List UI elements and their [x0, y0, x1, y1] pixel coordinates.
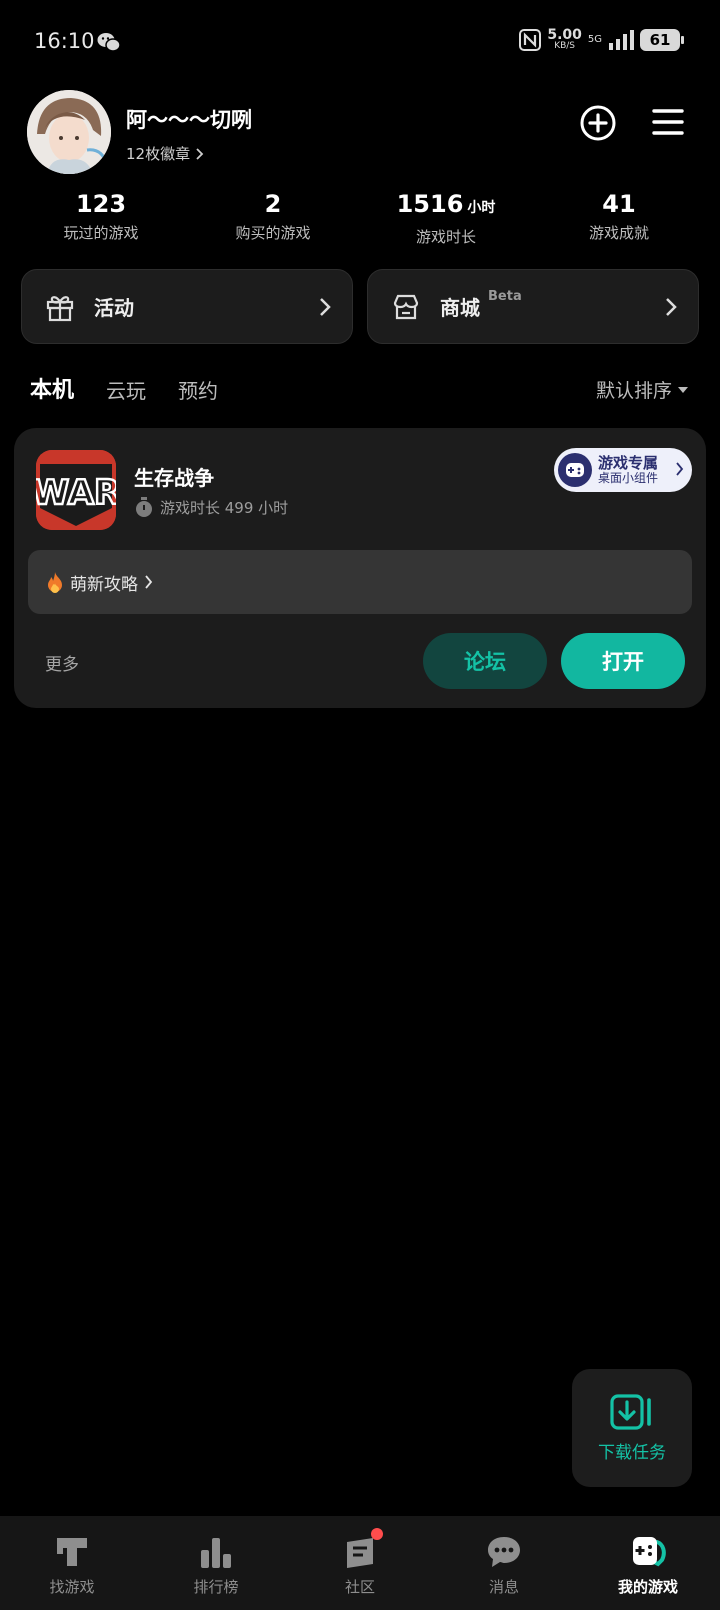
activity-card[interactable]: 活动 [21, 269, 353, 344]
desktop-widget-button[interactable]: 游戏专属 桌面小组件 [554, 448, 692, 492]
tab-local[interactable]: 本机 [27, 372, 77, 404]
chevron-right-icon [320, 298, 331, 316]
nav-community-label: 社区 [344, 1578, 375, 1596]
store-card[interactable]: 商城 Beta [367, 269, 699, 344]
nav-ranking[interactable]: 排行榜 [144, 1516, 288, 1610]
nickname[interactable]: 阿～～～切咧 [126, 104, 252, 134]
avatar[interactable] [27, 90, 111, 174]
more-button[interactable]: 更多 [45, 650, 79, 675]
gift-icon [46, 295, 74, 321]
stat-purchased-value: 2 [264, 190, 282, 218]
chevron-right-icon [145, 575, 153, 589]
caret-down-icon [678, 386, 688, 393]
network-type: 5G [587, 33, 602, 45]
nfc-icon [519, 28, 542, 51]
community-icon [347, 1538, 373, 1568]
activity-label: 活动 [94, 296, 134, 320]
nav-community[interactable]: 社区 [288, 1516, 432, 1610]
bottom-nav: 找游戏 排行榜 社区 消息 我的游戏 [0, 1516, 720, 1610]
nav-find-games[interactable]: 找游戏 [0, 1516, 144, 1610]
stat-achievements-label: 游戏成就 [588, 224, 649, 242]
chevron-right-icon [196, 147, 204, 160]
nav-messages-label: 消息 [488, 1578, 519, 1596]
sort-dropdown[interactable]: 默认排序 [596, 376, 688, 403]
guide-label: 萌新攻略 [70, 574, 138, 595]
chevron-right-icon [666, 298, 677, 316]
nav-ranking-label: 排行榜 [193, 1578, 239, 1596]
stat-playtime-unit: 小时 [467, 200, 496, 216]
stat-played-label: 玩过的游戏 [63, 224, 139, 242]
net-speed: 5.00 KB/S [547, 28, 582, 51]
war-logo: WAR [36, 450, 116, 530]
net-speed-value: 5.00 [547, 27, 582, 43]
badges-link[interactable]: 12枚徽章 [126, 143, 204, 164]
game-icon[interactable]: WAR [36, 450, 116, 530]
find-games-icon [57, 1538, 87, 1566]
stat-played-value: 123 [75, 190, 127, 218]
status-time: 16:10 [34, 29, 95, 53]
ranking-icon [201, 1538, 231, 1568]
beta-badge: Beta [488, 289, 522, 304]
open-button[interactable]: 打开 [561, 633, 685, 689]
download-task-button[interactable]: 下载任务 [572, 1369, 692, 1487]
add-button[interactable] [579, 104, 617, 142]
stat-purchased-label: 购买的游戏 [235, 224, 311, 242]
game-playtime: 游戏时长 499 小时 [134, 496, 288, 518]
nav-my-games[interactable]: 我的游戏 [576, 1516, 720, 1610]
gamepad-icon [558, 453, 592, 487]
game-card[interactable]: WAR 生存战争 游戏时长 499 小时 游戏专属 桌面小组件 萌新攻略 更多 … [14, 428, 706, 708]
my-games-icon [633, 1537, 666, 1567]
stat-achievements[interactable]: 41 游戏成就 [539, 188, 699, 243]
tab-reserve[interactable]: 预约 [178, 375, 218, 404]
stat-played[interactable]: 123 玩过的游戏 [21, 188, 181, 243]
fire-icon [48, 572, 62, 593]
tab-bar: 本机 云玩 预约 [27, 372, 250, 404]
badges-label: 12枚徽章 [126, 145, 191, 163]
notification-dot [371, 1528, 383, 1540]
signal-icon [609, 29, 634, 50]
wechat-icon [97, 33, 121, 52]
tab-cloud[interactable]: 云玩 [106, 375, 146, 404]
stopwatch-icon [136, 497, 152, 517]
battery-level: 61 [649, 30, 671, 49]
avatar-image [27, 90, 111, 174]
store-label: 商城 [440, 296, 480, 320]
download-icon [610, 1393, 651, 1430]
sort-label: 默认排序 [595, 380, 672, 402]
net-speed-unit: KB/S [554, 41, 576, 51]
game-name[interactable]: 生存战争 [134, 462, 214, 491]
stat-playtime-value: 1516 [396, 190, 464, 218]
menu-button[interactable] [651, 106, 685, 138]
nav-my-games-label: 我的游戏 [617, 1578, 678, 1596]
status-bar: 16:10 5.00 KB/S 5G 61 [0, 0, 720, 86]
game-playtime-text: 游戏时长 499 小时 [160, 498, 289, 517]
beginner-guide-link[interactable]: 萌新攻略 [28, 550, 692, 614]
stat-purchased[interactable]: 2 购买的游戏 [193, 188, 353, 243]
war-logo-text: WAR [36, 473, 116, 513]
stat-playtime[interactable]: 1516 小时 游戏时长 [366, 188, 526, 247]
store-icon [393, 294, 419, 319]
status-icons: 5.00 KB/S 5G 61 [519, 28, 684, 51]
widget-subtitle: 桌面小组件 [598, 470, 659, 485]
nav-messages[interactable]: 消息 [432, 1516, 576, 1610]
battery-icon: 61 [640, 28, 684, 51]
download-task-label: 下载任务 [598, 1442, 666, 1463]
chevron-right-icon [676, 462, 684, 476]
stat-achievements-value: 41 [602, 190, 636, 218]
widget-title: 游戏专属 [598, 453, 659, 472]
forum-button[interactable]: 论坛 [423, 633, 547, 689]
stat-playtime-label: 游戏时长 [415, 228, 476, 246]
message-icon [488, 1537, 520, 1567]
nav-find-games-label: 找游戏 [49, 1578, 95, 1596]
